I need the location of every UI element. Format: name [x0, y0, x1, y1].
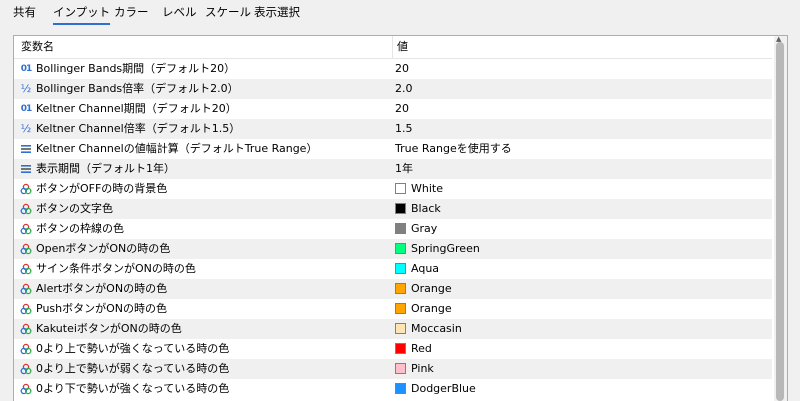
- table-row[interactable]: 表示期間（デフォルト1年） 1年: [14, 159, 772, 179]
- table-row[interactable]: Keltner Channelの値幅計算（デフォルトTrue Range） Tru…: [14, 139, 772, 159]
- color-icon: [19, 379, 33, 399]
- value-cell[interactable]: 20: [395, 59, 409, 79]
- header-value[interactable]: 値: [397, 36, 408, 58]
- table-row[interactable]: ボタンの文字色 Black: [14, 199, 772, 219]
- color-swatch[interactable]: [395, 303, 406, 314]
- variable-name: 0より上で勢いが弱くなっている時の色: [36, 362, 230, 375]
- table-row[interactable]: 0より下で勢いが強くなっている時の色 DodgerBlue: [14, 379, 772, 399]
- variable-name: OpenボタンがONの時の色: [36, 242, 171, 255]
- value-cell[interactable]: DodgerBlue: [411, 379, 476, 399]
- tab-visualization[interactable]: 表示選択: [254, 3, 300, 23]
- variable-name: Keltner Channel倍率（デフォルト1.5）: [36, 122, 241, 135]
- value-cell[interactable]: Orange: [411, 299, 452, 319]
- value-cell[interactable]: 20: [395, 99, 409, 119]
- variable-name: Keltner Channel期間（デフォルト20）: [36, 102, 237, 115]
- value-cell[interactable]: Pink: [411, 359, 434, 379]
- table-row[interactable]: ボタンがOFFの時の背景色 White: [14, 179, 772, 199]
- value-cell[interactable]: 1年: [395, 159, 413, 179]
- tab-input[interactable]: インプット: [53, 3, 111, 25]
- table-row[interactable]: 0より上で勢いが強くなっている時の色 Red: [14, 339, 772, 359]
- table-row[interactable]: ½ Keltner Channel倍率（デフォルト1.5） 1.5: [14, 119, 772, 139]
- table-row[interactable]: サイン条件ボタンがONの時の色 Aqua: [14, 259, 772, 279]
- color-icon: [19, 239, 33, 259]
- integer-icon: 01: [20, 64, 32, 74]
- color-swatch[interactable]: [395, 203, 406, 214]
- color-icon: [19, 339, 33, 359]
- fraction-icon: ½: [20, 82, 32, 95]
- variable-name: AlertボタンがONの時の色: [36, 282, 168, 295]
- table-row[interactable]: 01 Bollinger Bands期間（デフォルト20） 20: [14, 59, 772, 79]
- vertical-scrollbar[interactable]: ▲: [774, 36, 787, 401]
- tab-levels[interactable]: レベル: [162, 3, 197, 23]
- color-swatch[interactable]: [395, 183, 406, 194]
- table-row[interactable]: KakuteiボタンがONの時の色 Moccasin: [14, 319, 772, 339]
- color-icon: [19, 299, 33, 319]
- color-icon: [19, 179, 33, 199]
- header-variable[interactable]: 変数名: [21, 36, 54, 58]
- color-icon: [19, 319, 33, 339]
- variable-name: ボタンの枠線の色: [36, 222, 124, 235]
- color-swatch[interactable]: [395, 343, 406, 354]
- header-divider[interactable]: [392, 36, 393, 58]
- table-row[interactable]: AlertボタンがONの時の色 Orange: [14, 279, 772, 299]
- variable-name: 0より上で勢いが強くなっている時の色: [36, 342, 230, 355]
- table-row[interactable]: OpenボタンがONの時の色 SpringGreen: [14, 239, 772, 259]
- variable-name: Bollinger Bands倍率（デフォルト2.0）: [36, 82, 239, 95]
- color-icon: [19, 199, 33, 219]
- color-swatch[interactable]: [395, 383, 406, 394]
- value-cell[interactable]: 2.0: [395, 79, 413, 99]
- table-row[interactable]: ½ Bollinger Bands倍率（デフォルト2.0） 2.0: [14, 79, 772, 99]
- color-swatch[interactable]: [395, 323, 406, 334]
- inputs-table: 変数名 値 01 Bollinger Bands期間（デフォルト20） 20 ½ Bol…: [13, 35, 788, 401]
- color-icon: [19, 259, 33, 279]
- color-swatch[interactable]: [395, 263, 406, 274]
- enum-icon: [19, 139, 33, 159]
- table-row[interactable]: 0より上で勢いが弱くなっている時の色 Pink: [14, 359, 772, 379]
- color-icon: [19, 219, 33, 239]
- integer-icon: 01: [20, 104, 32, 114]
- value-cell[interactable]: Black: [411, 199, 441, 219]
- value-cell[interactable]: Red: [411, 339, 432, 359]
- tab-bar: 共有 インプット カラー レベル スケール 表示選択: [0, 0, 800, 28]
- value-cell[interactable]: True Rangeを使用する: [395, 139, 512, 159]
- value-cell[interactable]: Aqua: [411, 259, 439, 279]
- variable-name: 表示期間（デフォルト1年）: [36, 162, 175, 175]
- color-icon: [19, 279, 33, 299]
- tab-colors[interactable]: カラー: [114, 3, 149, 23]
- fraction-icon: ½: [20, 122, 32, 135]
- value-cell[interactable]: SpringGreen: [411, 239, 480, 259]
- variable-name: Keltner Channelの値幅計算（デフォルトTrue Range）: [36, 142, 318, 155]
- table-row[interactable]: PushボタンがONの時の色 Orange: [14, 299, 772, 319]
- color-icon: [19, 359, 33, 379]
- color-swatch[interactable]: [395, 223, 406, 234]
- variable-name: サイン条件ボタンがONの時の色: [36, 262, 196, 275]
- value-cell[interactable]: White: [411, 179, 443, 199]
- value-cell[interactable]: Orange: [411, 279, 452, 299]
- table-row[interactable]: 01 Keltner Channel期間（デフォルト20） 20: [14, 99, 772, 119]
- value-cell[interactable]: Gray: [411, 219, 437, 239]
- color-swatch[interactable]: [395, 283, 406, 294]
- value-cell[interactable]: Moccasin: [411, 319, 462, 339]
- tab-scale[interactable]: スケール: [205, 3, 251, 23]
- variable-name: ボタンの文字色: [36, 202, 113, 215]
- tab-share[interactable]: 共有: [13, 3, 36, 23]
- variable-name: KakuteiボタンがONの時の色: [36, 322, 182, 335]
- scrollbar-thumb[interactable]: [776, 42, 784, 401]
- table-row[interactable]: ボタンの枠線の色 Gray: [14, 219, 772, 239]
- variable-name: PushボタンがONの時の色: [36, 302, 168, 315]
- variable-name: ボタンがOFFの時の背景色: [36, 182, 168, 195]
- color-swatch[interactable]: [395, 243, 406, 254]
- color-swatch[interactable]: [395, 363, 406, 374]
- value-cell[interactable]: 1.5: [395, 119, 413, 139]
- variable-name: 0より下で勢いが強くなっている時の色: [36, 382, 230, 395]
- table-header: 変数名 値: [14, 36, 772, 59]
- enum-icon: [19, 159, 33, 179]
- variable-name: Bollinger Bands期間（デフォルト20）: [36, 62, 236, 75]
